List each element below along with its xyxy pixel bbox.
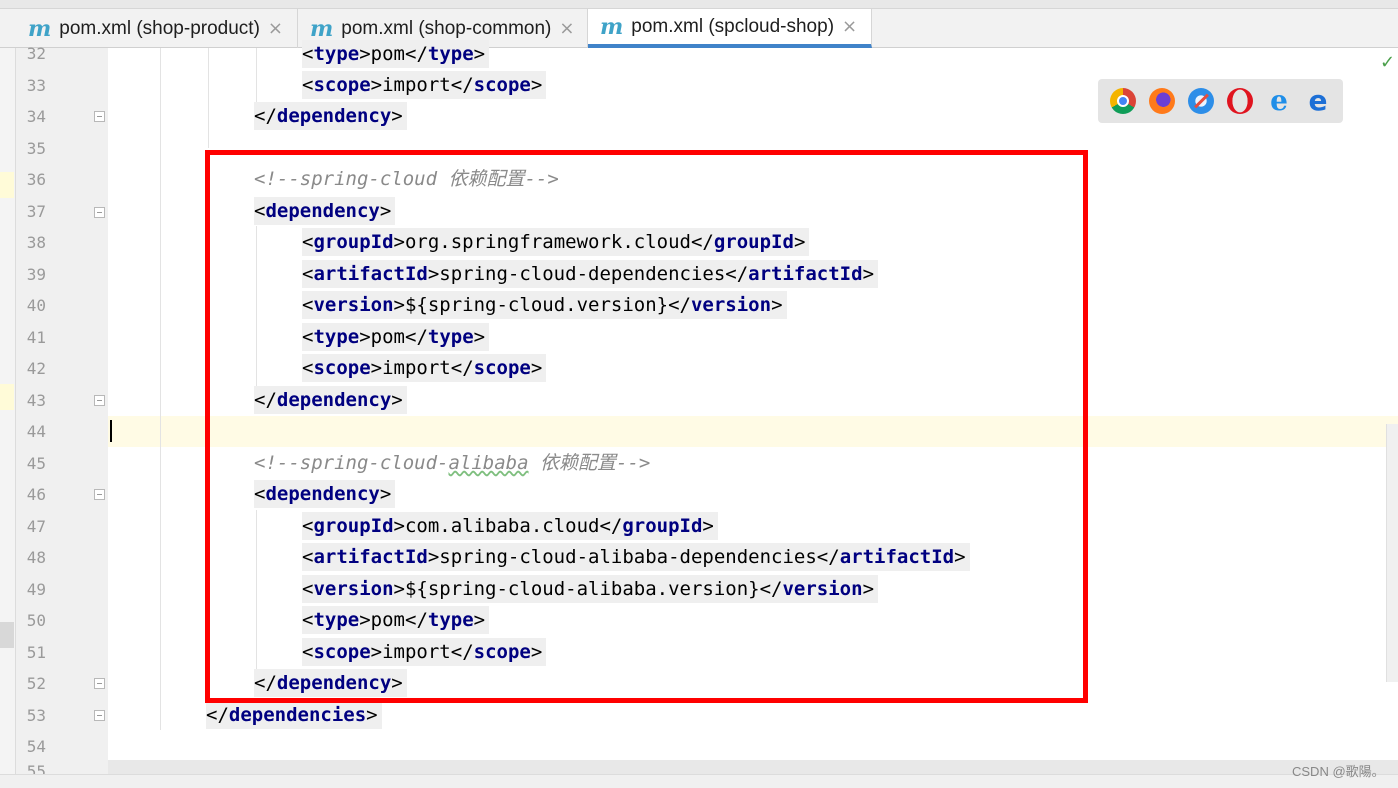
code-line-32: <type>pom</type> <box>302 40 490 68</box>
maven-file-icon: m <box>310 15 334 42</box>
ie-icon[interactable]: e <box>1266 87 1292 115</box>
left-tool-strip <box>0 48 16 787</box>
line-number: 32 <box>26 44 46 63</box>
line-number: 36 <box>26 170 46 189</box>
firefox-icon[interactable] <box>1149 88 1175 114</box>
text-caret <box>110 420 112 442</box>
line-number: 39 <box>26 265 46 284</box>
line-number: 53 <box>26 706 46 725</box>
indent-guide <box>208 48 209 148</box>
line-number: 48 <box>26 548 46 567</box>
maven-file-icon: m <box>600 13 624 40</box>
safari-icon[interactable] <box>1188 88 1214 114</box>
line-number: 44 <box>26 422 46 441</box>
line-number: 51 <box>26 643 46 662</box>
tab-bar-top-strip <box>0 0 1398 9</box>
inspection-ok-icon[interactable]: ✓ <box>1380 52 1395 73</box>
tab-label: pom.xml (shop-product) <box>59 17 260 39</box>
watermark: CSDN @歌陽。 <box>1292 764 1385 779</box>
indent-guide <box>256 48 257 108</box>
change-marker <box>0 172 14 198</box>
line-number: 41 <box>26 328 46 347</box>
line-number: 49 <box>26 580 46 599</box>
highlight-annotation-box <box>205 150 1088 703</box>
code-line-34: </dependency> <box>254 102 407 130</box>
close-icon[interactable]: × <box>559 18 574 39</box>
line-number: 55 <box>26 762 46 774</box>
fold-marker-icon[interactable] <box>94 489 105 500</box>
tab-pom-spcloud-shop[interactable]: m pom.xml (spcloud-shop) × <box>588 9 872 48</box>
line-number: 47 <box>26 517 46 536</box>
fold-marker-icon[interactable] <box>94 111 105 122</box>
indent-guide <box>160 48 161 730</box>
line-number: 35 <box>26 139 46 158</box>
close-icon[interactable]: × <box>268 18 283 39</box>
close-icon[interactable]: × <box>842 16 857 37</box>
tab-pom-shop-product[interactable]: m pom.xml (shop-product) × <box>16 9 298 48</box>
line-number: 34 <box>26 107 46 126</box>
line-number: 33 <box>26 76 46 95</box>
editor-tab-bar: m pom.xml (shop-product) × m pom.xml (sh… <box>0 0 1398 48</box>
edge-icon[interactable]: e <box>1305 87 1331 115</box>
line-number: 50 <box>26 611 46 630</box>
tab-label: pom.xml (spcloud-shop) <box>631 15 835 37</box>
change-marker <box>0 384 14 410</box>
line-number: 45 <box>26 454 46 473</box>
line-number: 46 <box>26 485 46 504</box>
tab-label: pom.xml (shop-common) <box>341 17 552 39</box>
line-number: 52 <box>26 674 46 693</box>
line-number: 37 <box>26 202 46 221</box>
line-number: 42 <box>26 359 46 378</box>
chrome-icon[interactable] <box>1110 88 1136 114</box>
fold-marker-icon[interactable] <box>94 710 105 721</box>
line-number: 40 <box>26 296 46 315</box>
fold-marker-icon[interactable] <box>94 207 105 218</box>
code-line-33: <scope>import</scope> <box>302 71 547 99</box>
bottom-strip <box>0 774 1398 788</box>
browser-preview-bar: e e <box>1098 79 1343 123</box>
opera-icon[interactable] <box>1227 88 1253 114</box>
code-line-53: </dependencies> <box>206 701 382 729</box>
change-marker <box>0 622 14 648</box>
fold-marker-icon[interactable] <box>94 395 105 406</box>
horizontal-scrollbar[interactable] <box>108 760 1398 774</box>
line-number: 38 <box>26 233 46 252</box>
line-number: 43 <box>26 391 46 410</box>
fold-marker-icon[interactable] <box>94 678 105 689</box>
vertical-scrollbar[interactable] <box>1386 424 1398 682</box>
